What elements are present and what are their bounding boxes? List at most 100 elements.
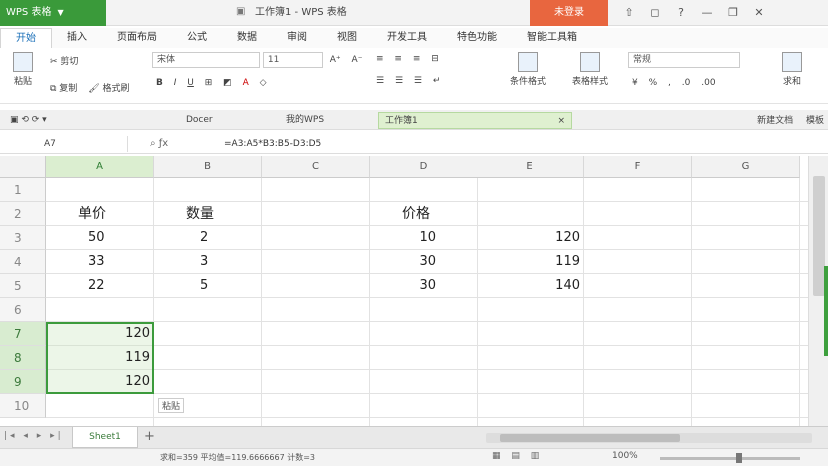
minimize-icon[interactable]: — [694,0,720,26]
font-color-icon[interactable]: A [239,76,253,90]
cell-a2[interactable]: 单价 [46,202,154,226]
grow-font-icon[interactable]: A⁺ [326,53,345,67]
spreadsheet-grid[interactable]: A B C D E F G 1 2 3 4 5 6 7 8 9 10 单价 数量 价格 50 2 10 120 33 3 30 119… [0,156,808,426]
skin-icon[interactable]: ⇧ [616,0,642,26]
row-header-2[interactable]: 2 [0,202,46,226]
page-break-view-icon[interactable]: ▥ [531,451,540,461]
column-header-a[interactable]: A [46,156,154,178]
font-name-select[interactable]: 宋体 [152,52,260,68]
table-style-button[interactable]: 表格样式 [562,52,618,87]
cell-b5[interactable]: 5 [154,274,262,298]
column-header-f[interactable]: F [584,156,692,178]
decrease-decimal-icon[interactable]: .00 [697,76,719,90]
align-top-icon[interactable]: ≡ [372,52,388,66]
increase-decimal-icon[interactable]: .0 [678,76,695,90]
add-sheet-button[interactable]: + [144,429,155,444]
cell-b2[interactable]: 数量 [154,202,262,226]
tab-insert[interactable]: 插入 [52,28,102,48]
sum-button[interactable]: 求和 [772,52,812,87]
column-header-e[interactable]: E [476,156,584,178]
cell-a3[interactable]: 50 [46,226,154,250]
thousands-icon[interactable]: , [664,76,675,90]
align-bottom-icon[interactable]: ≡ [409,52,425,66]
cell-a5[interactable]: 22 [46,274,154,298]
percent-icon[interactable]: % [645,76,662,90]
tab-page-layout[interactable]: 页面布局 [102,28,172,48]
font-size-select[interactable]: 11 [262,52,323,68]
bold-icon[interactable]: B [152,76,167,90]
paste-options-tag[interactable]: 粘贴 [158,398,185,413]
zoom-slider-knob[interactable] [736,453,742,463]
copy-button[interactable]: ⧉ 复制 [46,79,81,96]
fx-icon[interactable]: ⌕ ƒx [150,136,168,152]
paste-button[interactable]: 粘贴 [8,52,38,87]
tab-formulas[interactable]: 公式 [172,28,222,48]
fill-color-icon[interactable]: ◩ [219,76,236,90]
cell-d2[interactable]: 价格 [370,202,478,226]
app-menu-button[interactable]: WPS 表格 ▼ [0,0,106,26]
tab-view[interactable]: 视图 [322,28,372,48]
doc-tab-workbook[interactable]: 工作簿1 × [378,112,572,129]
sheet-tab[interactable]: Sheet1 [72,427,138,448]
template-link[interactable]: 模板 [806,116,824,126]
row-header-10[interactable]: 10 [0,394,46,418]
border-icon[interactable]: ⊞ [201,76,217,90]
cell-e3[interactable]: 120 [476,226,584,250]
column-header-c[interactable]: C [262,156,370,178]
conditional-format-button[interactable]: 条件格式 [500,52,556,87]
row-header-8[interactable]: 8 [0,346,46,370]
cell-e4[interactable]: 119 [476,250,584,274]
align-center-icon[interactable]: ☰ [391,74,407,88]
horizontal-scrollbar[interactable] [486,433,812,443]
shrink-font-icon[interactable]: A⁻ [348,53,367,67]
clear-icon[interactable]: ◇ [256,76,271,90]
close-icon[interactable]: × [557,113,565,130]
cell-a4[interactable]: 33 [46,250,154,274]
tab-home[interactable]: 开始 [0,28,52,48]
tab-smart-tools[interactable]: 智能工具箱 [512,28,592,48]
merge-icon[interactable]: ⊟ [427,52,443,66]
formula-input[interactable]: =A3:A5*B3:B5-D3:D5 [224,136,321,152]
currency-icon[interactable]: ¥ [628,76,642,90]
tab-features[interactable]: 特色功能 [442,28,512,48]
row-header-7[interactable]: 7 [0,322,46,346]
normal-view-icon[interactable]: ▦ [492,451,501,461]
tab-data[interactable]: 数据 [222,28,272,48]
tab-developer[interactable]: 开发工具 [372,28,442,48]
cell-b4[interactable]: 3 [154,250,262,274]
align-middle-icon[interactable]: ≡ [390,52,406,66]
cell-d4[interactable]: 30 [370,250,478,274]
cell-a8[interactable]: 119 [46,346,154,370]
vertical-scrollbar[interactable] [808,156,828,426]
zoom-slider[interactable] [660,457,800,460]
close-icon[interactable]: ✕ [746,0,772,26]
maximize-icon[interactable]: ❐ [720,0,746,26]
row-header-9[interactable]: 9 [0,370,46,394]
cut-button[interactable]: ✂ 剪切 [46,52,82,69]
row-header-5[interactable]: 5 [0,274,46,298]
cell-d5[interactable]: 30 [370,274,478,298]
row-header-1[interactable]: 1 [0,178,46,202]
cell-a7[interactable]: 120 [46,322,154,346]
italic-icon[interactable]: I [170,76,181,90]
sheet-nav-arrows[interactable]: |◂ ◂ ▸ ▸| [4,431,64,441]
scroll-thumb[interactable] [500,434,680,442]
name-box[interactable]: A7 [0,136,128,152]
wrap-icon[interactable]: ↵ [429,74,445,88]
restore-ribbon-icon[interactable]: ◻ [642,0,668,26]
cell-a9[interactable]: 120 [46,370,154,394]
new-doc-link[interactable]: 新建文档 [757,116,793,126]
underline-icon[interactable]: U [183,76,198,90]
doc-tab-docer[interactable]: Docer [180,112,219,129]
align-left-icon[interactable]: ☰ [372,74,388,88]
doc-tab-my-wps[interactable]: 我的WPS [280,112,330,129]
row-header-3[interactable]: 3 [0,226,46,250]
tab-review[interactable]: 审阅 [272,28,322,48]
cell-e5[interactable]: 140 [476,274,584,298]
column-header-d[interactable]: D [370,156,478,178]
login-button[interactable]: 未登录 [530,0,608,26]
quick-access-icons[interactable]: ▣ ⟲ ⟳ ▾ [4,112,53,129]
align-right-icon[interactable]: ☰ [410,74,426,88]
select-all-corner[interactable] [0,156,46,178]
row-header-6[interactable]: 6 [0,298,46,322]
